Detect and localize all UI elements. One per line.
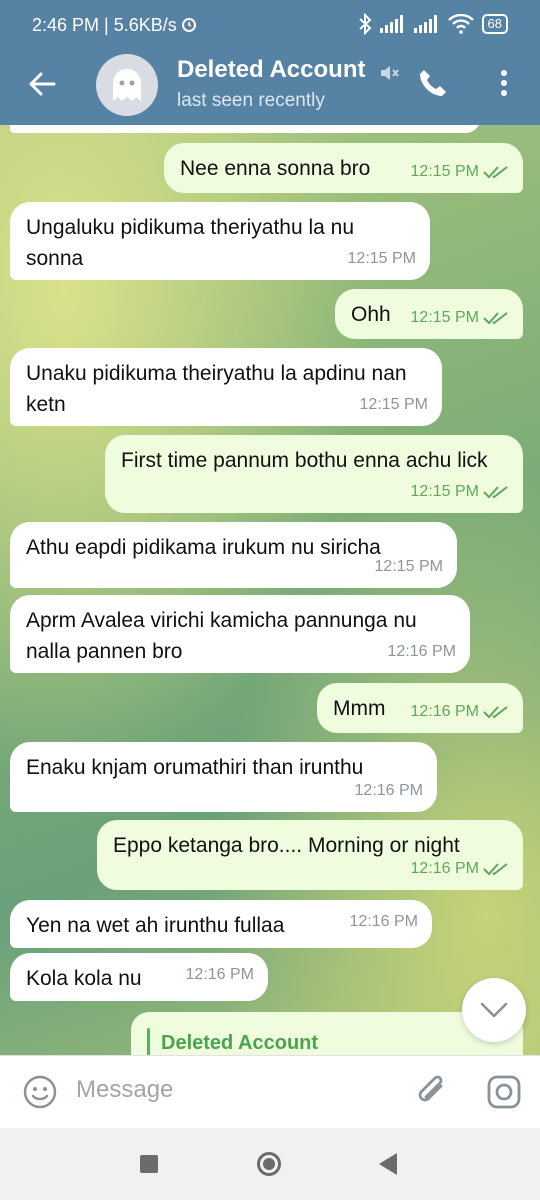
message-time: 12:15 PM [410,163,479,180]
message-text: Kola kola nu [26,967,142,990]
message-meta: 12:16 PM [411,696,509,727]
message-time: 12:15 PM [347,250,416,267]
emoji-icon[interactable] [22,1074,58,1110]
message-text: Yen na wet ah irunthu fullaa [26,914,285,937]
chat-title[interactable]: Deleted Account [177,56,373,84]
message-time: 12:16 PM [354,782,423,799]
avatar[interactable] [96,54,158,116]
message-meta: 12:16 PM [411,853,509,884]
message-bubble-incoming[interactable]: Unaku pidikuma theiryathu la apdinu nan … [10,348,442,426]
back-button[interactable] [379,1153,397,1175]
chat-header: Deleted Account last seen recently [0,52,540,125]
app-top-bar: 2:46 PM | 5.6KB/s 68 Deleted Account las… [0,0,540,125]
message-bubble-outgoing[interactable]: Mmm 12:16 PM [317,683,523,733]
reply-sender-name: Deleted Account [161,1032,319,1054]
last-seen-status: last seen recently [177,90,325,111]
message-text: Mmm [333,697,386,720]
message-bubble-outgoing[interactable]: Ohh 12:15 PM [335,289,523,339]
message-time: 12:16 PM [349,913,418,930]
message-time: 12:16 PM [185,966,254,983]
chevron-down-icon [480,1002,508,1018]
message-bubble-incoming[interactable]: Ungaluku pidikuma theriyathu la nu sonna… [10,202,430,280]
signal-icon-2 [413,15,437,33]
status-bar: 2:46 PM | 5.6KB/s 68 [0,0,540,52]
message-composer [0,1055,540,1128]
bluetooth-icon [358,13,371,35]
camera-icon[interactable] [486,1074,522,1110]
ghost-icon [113,69,141,101]
message-text: Athu eapdi pidikama irukum nu siricha [26,536,381,559]
reply-accent-bar [147,1028,150,1055]
message-text: Enaku knjam orumathiri than irunthu [26,756,364,779]
message-bubble-incoming[interactable]: Kola kola nu 12:16 PM [10,953,268,1001]
message-meta: 12:15 PM [411,476,509,507]
message-input[interactable] [76,1076,396,1104]
message-bubble-outgoing[interactable]: Nee enna sonna bro 12:15 PM [164,143,523,193]
muted-icon [381,66,399,80]
home-dot-icon [263,1158,275,1170]
scroll-down-button[interactable] [462,978,526,1042]
read-ticks-icon [483,165,508,178]
message-text: First time pannum bothu enna achu lick [121,449,488,472]
alarm-icon [181,18,196,32]
message-bubble-partial[interactable] [10,125,480,133]
message-text: Unaku pidikuma theiryathu la apdinu nan … [26,362,407,416]
signal-icon [379,15,403,33]
message-text: Ohh [351,303,391,326]
message-meta: 12:15 PM [411,156,509,187]
chat-messages-area[interactable]: Nee enna sonna bro 12:15 PM Ungaluku pid… [0,125,540,1055]
message-bubble-incoming[interactable]: Enaku knjam orumathiri than irunthu 12:1… [10,742,437,812]
read-ticks-icon [483,311,508,324]
message-bubble-outgoing[interactable]: Eppo ketanga bro.... Morning or night 12… [97,820,523,890]
message-bubble-incoming[interactable]: Yen na wet ah irunthu fullaa 12:16 PM [10,900,432,948]
home-button[interactable] [257,1152,281,1176]
read-ticks-icon [483,705,508,718]
wifi-icon [447,14,474,34]
read-ticks-icon [483,862,508,875]
attach-icon[interactable] [414,1072,450,1112]
system-navigation-bar [0,1128,540,1200]
more-options-icon[interactable] [492,66,516,100]
message-text: Ungaluku pidikuma theriyathu la nu sonna [26,216,355,270]
message-time: 12:15 PM [359,396,428,413]
back-arrow-icon[interactable] [24,66,60,102]
message-meta: 12:15 PM [411,302,509,333]
message-time: 12:15 PM [374,558,443,575]
message-bubble-incoming[interactable]: Athu eapdi pidikama irukum nu siricha 12… [10,522,457,588]
message-time: 12:15 PM [410,309,479,326]
message-bubble-incoming[interactable]: Aprm Avalea virichi kamicha pannunga nu … [10,595,470,673]
message-text: Nee enna sonna bro [180,157,371,180]
message-time: 12:16 PM [410,703,479,720]
message-text: Aprm Avalea virichi kamicha pannunga nu … [26,609,417,663]
battery-indicator: 68 [481,14,508,34]
message-bubble-outgoing[interactable]: First time pannum bothu enna achu lick 1… [105,435,523,513]
status-icons: 68 [181,13,508,35]
message-time: 12:15 PM [410,483,479,500]
read-ticks-icon [483,485,508,498]
status-time: 2:46 PM | 5.6KB/s [32,15,177,35]
message-text: Eppo ketanga bro.... Morning or night [113,834,460,857]
message-time: 12:16 PM [387,643,456,660]
recents-button[interactable] [140,1155,158,1173]
message-time: 12:16 PM [410,860,479,877]
phone-call-icon[interactable] [416,66,450,100]
